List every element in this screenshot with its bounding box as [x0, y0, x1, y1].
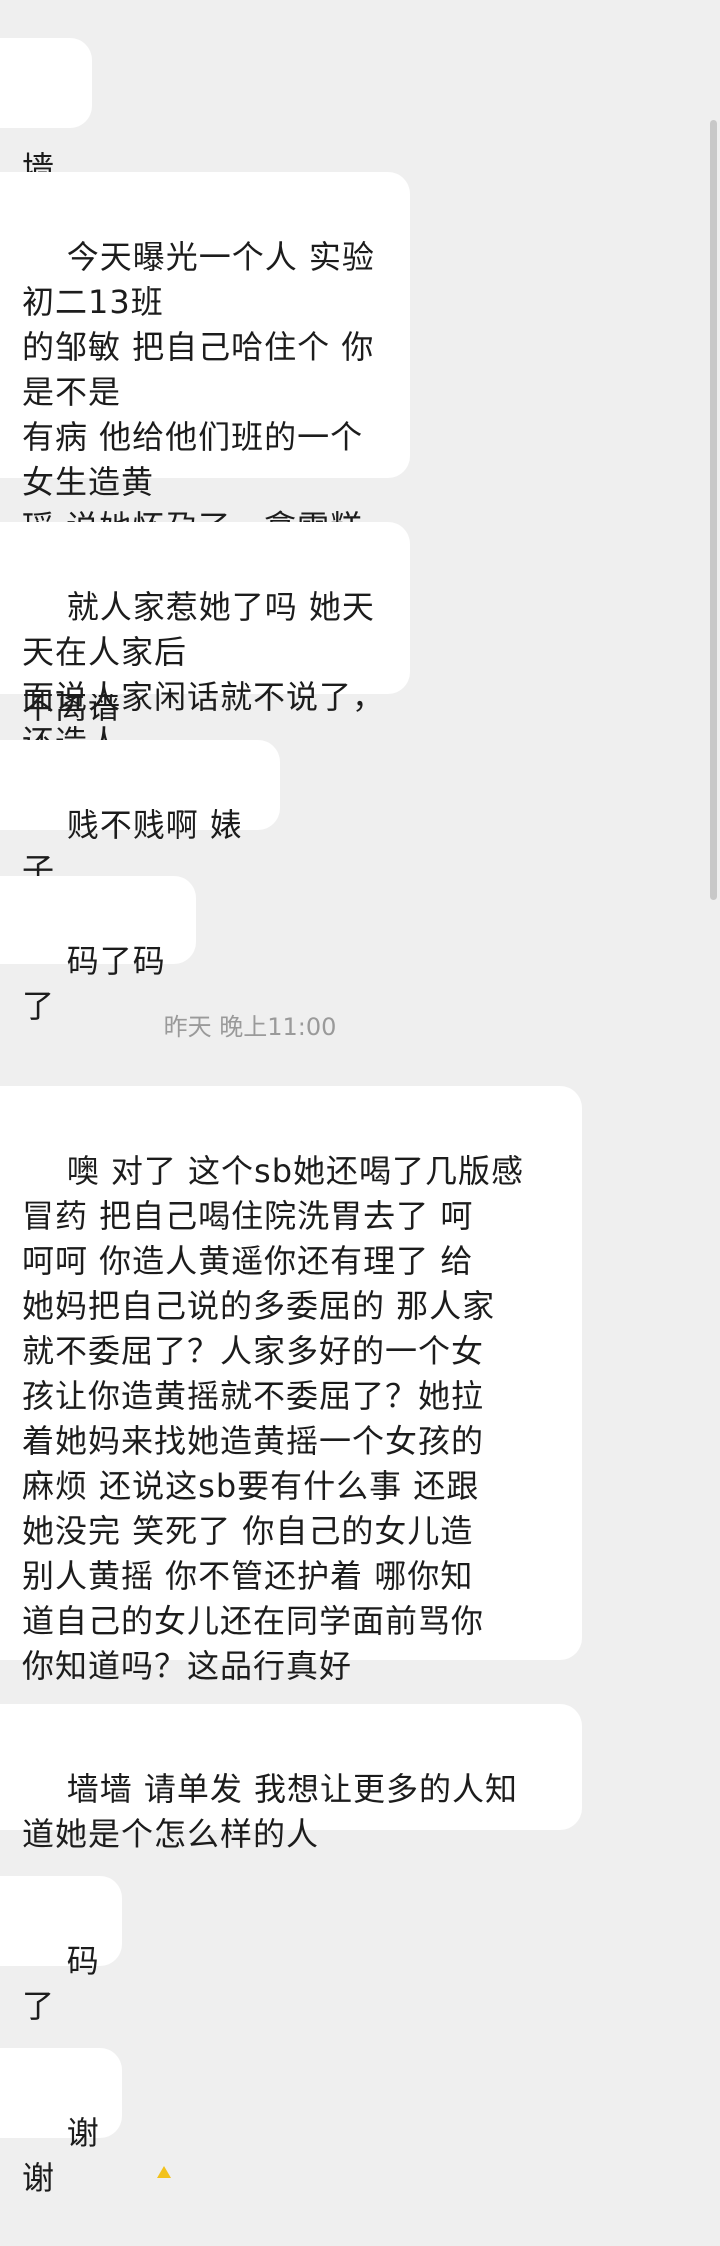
message-timestamp: 昨天 晚上11:00 — [163, 1013, 337, 1041]
message-text: 墙墙 请单发 我想让更多的人知 道她是个怎么样的人 — [22, 1770, 519, 1853]
footer-hint — [150, 2160, 186, 2178]
message-text: 噢 对了 这个sb她还喝了几版感 冒药 把自己喝住院洗胃去了 呵 呵呵 你造人黄… — [22, 1152, 525, 1685]
message-bubble[interactable]: 贱不贱啊 婊子 — [0, 740, 280, 889]
message-bubble[interactable]: 墙墙 请单发 我想让更多的人知 道她是个怎么样的人 — [0, 1704, 582, 1853]
message-bubble[interactable]: 码了 — [0, 1876, 122, 2025]
message-bubble[interactable]: 就人家惹她了吗 她天天在人家后 面说人家闲话就不说了，还造人 家黄瑶 — [0, 522, 410, 806]
message-bubble[interactable]: 码了码了 — [0, 876, 196, 1025]
message-bubble[interactable]: 噢 对了 这个sb她还喝了几版感 冒药 把自己喝住院洗胃去了 呵 呵呵 你造人黄… — [0, 1086, 582, 1685]
message-bubble[interactable]: 墙 — [0, 38, 92, 187]
chat-window: 墙 今天曝光一个人 实验初二13班 的邹敏 把自己哈住个 你是不是 有病 他给他… — [0, 0, 720, 2197]
message-bubble[interactable]: 谢谢 — [0, 2048, 122, 2197]
message-bubble[interactable]: 今天曝光一个人 实验初二13班 的邹敏 把自己哈住个 你是不是 有病 他给他们班… — [0, 172, 410, 726]
message-text: 谢谢 — [22, 2114, 100, 2197]
warning-icon — [150, 2166, 178, 2178]
message-text: 码了 — [22, 1942, 100, 2025]
scrollbar[interactable] — [710, 120, 717, 900]
